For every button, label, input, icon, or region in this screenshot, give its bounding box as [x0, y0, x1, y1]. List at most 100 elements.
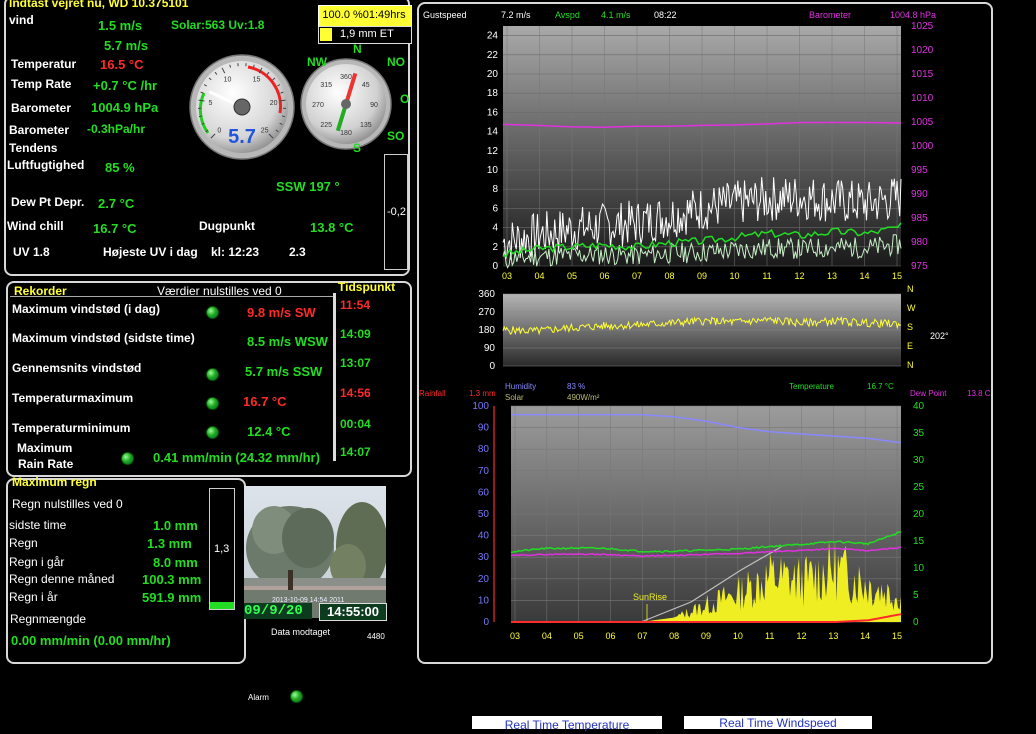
record-label: Temperaturmaximum	[12, 391, 133, 405]
climate-chart-ytick: 70	[478, 466, 490, 477]
wind-chart-ytick: 6	[492, 203, 498, 214]
direction-chart-ytick: 360	[478, 289, 495, 300]
climate-legend-dew-label: Dew Point	[910, 389, 947, 398]
wind-speed-value: 1.5 m/s	[98, 18, 142, 33]
climate-chart-xtick: 13	[828, 631, 838, 641]
real-time-windspeed-button[interactable]: Real Time Windspeed	[684, 716, 872, 729]
climate-chart-xtick: 09	[701, 631, 711, 641]
rain-rate-label-line2: Rain Rate	[17, 456, 73, 472]
wind-chart-ytick: 16	[487, 107, 499, 118]
record-time: 14:56	[340, 386, 371, 400]
wind-chart-xtick: 11	[762, 271, 771, 281]
baro-trend-bar-value: -0,2	[387, 206, 406, 218]
rain-rate-current: 0.00 mm/min (0.00 mm/hr)	[11, 633, 171, 648]
wind-chart-xtick: 06	[599, 271, 609, 281]
climate-chart-ytick: 90	[478, 423, 490, 434]
barometer-value: 1004.9 hPa	[91, 100, 158, 115]
record-label: Maximum vindstød (i dag)	[12, 302, 160, 316]
wind-chart-xtick: 04	[534, 271, 544, 281]
wind-chart-ytick: 18	[487, 88, 499, 99]
speed-gauge-tick-label: 25	[261, 128, 269, 135]
climate-chart-xtick: 04	[542, 631, 552, 641]
rain-row-label: Regn i går	[9, 555, 64, 569]
wind-chart-ytick-right: 1020	[911, 45, 934, 56]
record-indicator	[206, 306, 219, 319]
record-time: 00:04	[340, 417, 371, 431]
wind-chart-xtick: 12	[794, 271, 804, 281]
climate-chart-ytick-right: 35	[913, 428, 925, 439]
climate-chart-ytick-right: 25	[913, 482, 925, 493]
compass-no: NO	[387, 55, 405, 69]
wind-chart-xtick: 03	[502, 271, 512, 281]
rain-bar-fill	[210, 602, 234, 609]
record-time: 11:54	[340, 298, 370, 312]
uv-max-value: 2.3	[289, 245, 306, 259]
wind-chart-ytick: 22	[487, 50, 499, 61]
wind-chart-ytick-right: 1000	[911, 141, 934, 152]
dewpoint-value: 13.8 °C	[310, 220, 354, 235]
real-time-temperature-button[interactable]: Real Time Temperature	[472, 716, 662, 729]
wind-chart-ytick: 14	[487, 127, 499, 138]
rain-row-label: Regn	[9, 536, 38, 550]
wind-chart-ytick: 10	[487, 165, 499, 176]
baro-trend-value: -0.3hPa/hr	[87, 122, 145, 136]
wind-chart-ytick-right: 1015	[911, 69, 934, 80]
speed-gauge-tick-label: 20	[270, 100, 278, 107]
compass-so: SO	[387, 129, 404, 143]
climate-chart-ytick-right: 10	[913, 563, 925, 574]
wind-chart-ytick-right: 975	[911, 261, 928, 272]
direction-gauge-tick-label: 270	[312, 102, 324, 109]
wind-chart-ytick: 12	[487, 146, 499, 157]
wind-legend-baro-value: 1004.8 hPa	[890, 10, 936, 20]
compass-o: O	[400, 92, 409, 106]
wind-legend-baro-label: Barometer	[809, 10, 851, 20]
dewpoint-label: Dugpunkt	[199, 219, 255, 233]
rain-row-value: 1.0 mm	[153, 518, 198, 533]
wind-chart-ytick: 8	[492, 184, 498, 195]
wind-chart-ytick: 20	[487, 69, 499, 80]
rain-rate-label-line1: Maximum	[17, 440, 73, 456]
wind-chart-xtick: 10	[729, 271, 739, 281]
rain-rate-time: 14:07	[340, 445, 371, 459]
direction-chart-compass-label: W	[907, 303, 916, 313]
compass-s: S	[353, 141, 361, 155]
wind-chart-ytick-right: 985	[911, 213, 928, 224]
climate-chart-ytick: 80	[478, 444, 490, 455]
wind-direction-text: SSW 197 °	[276, 179, 340, 194]
rain-row-label: Regn denne måned	[9, 572, 114, 586]
wind-chart-ytick-right: 980	[911, 237, 928, 248]
temperature-label: Temperatur	[11, 57, 76, 71]
wind-chart-xtick: 13	[827, 271, 837, 281]
wind-chart-xtick: 15	[892, 271, 902, 281]
wind-chart-ytick-right: 995	[911, 165, 928, 176]
climate-legend-rain-value: 1.3 mm	[469, 389, 496, 398]
rain-rate-label: Maximum Rain Rate	[17, 440, 73, 472]
climate-legend-dew-value: 13.8 C	[967, 389, 991, 398]
climate-legend-temp-value: 16.7 °C	[867, 382, 894, 391]
dew-depression-value: 2.7 °C	[98, 196, 134, 211]
climate-chart-ytick: 0	[483, 617, 489, 628]
direction-chart-ytick: 270	[478, 307, 495, 318]
graphs-svg: 2422201816141210864201025102010151010100…	[417, 2, 1017, 662]
records-divider	[10, 296, 335, 297]
wind-chart-xtick: 05	[567, 271, 577, 281]
climate-legend-solar-label: Solar	[505, 393, 524, 402]
climate-chart-xtick: 06	[605, 631, 615, 641]
wind-legend-time: 08:22	[654, 10, 677, 20]
rain-title: Maximum regn	[12, 475, 97, 489]
wind-legend-gust-value: 7.2 m/s	[501, 10, 531, 20]
record-label: Gennemsnits vindstød	[12, 361, 141, 375]
rain-row-label: Regn i år	[9, 590, 58, 604]
direction-chart-compass-label: S	[907, 322, 913, 332]
wind-chart-ytick: 2	[492, 242, 498, 253]
wind-chart-ytick-right: 1005	[911, 117, 934, 128]
record-time: 13:07	[340, 356, 371, 370]
baro-trend-label-line2: Tendens	[9, 139, 69, 157]
solar-uv-value: Solar:563 Uv:1.8	[171, 18, 264, 32]
rain-row-label: sidste time	[9, 518, 66, 532]
record-indicator	[206, 368, 219, 381]
wind-label: vind	[9, 13, 34, 27]
time-badge-text: 100.0 %01:49hrs	[320, 9, 408, 21]
compass-nw: NW	[307, 55, 327, 69]
alarm-indicator[interactable]	[290, 690, 303, 703]
